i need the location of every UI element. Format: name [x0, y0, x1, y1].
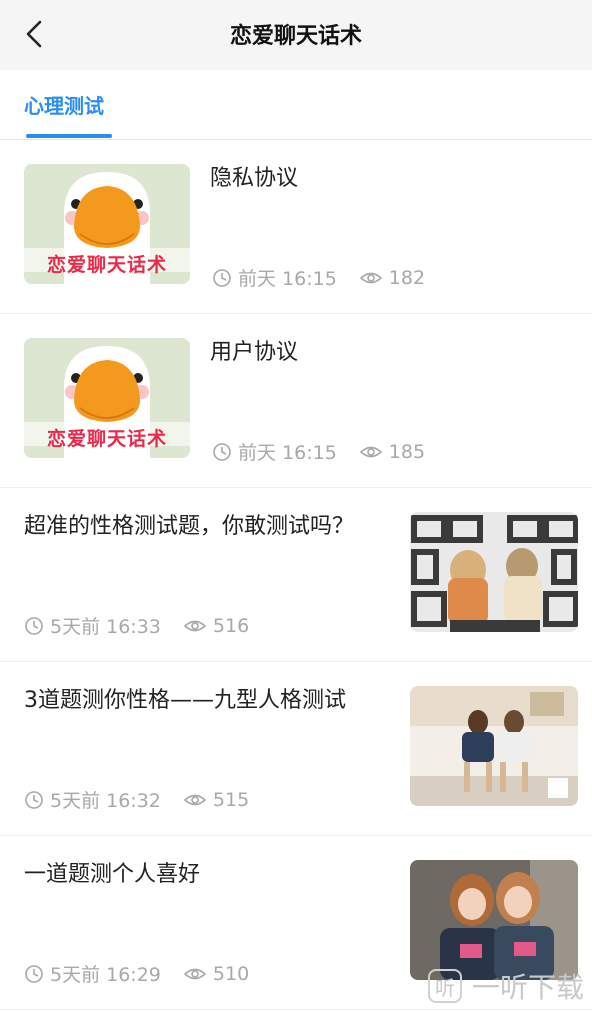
publish-time: 5天前 16:32 [50, 790, 161, 812]
eye-icon [359, 272, 382, 283]
view-count: 516 [212, 614, 250, 637]
publish-time: 前天 16:15 [238, 442, 337, 464]
list-item[interactable]: 恋爱聊天话术 用户协议 前天 16:15 185 [0, 314, 592, 488]
tab-active-indicator [26, 134, 112, 138]
duck-thumbnail: 恋爱聊天话术 [24, 338, 190, 458]
eye-icon [183, 794, 207, 805]
article-list: 恋爱聊天话术 隐私协议 前天 16:15 182 恋爱聊天话术 用户协议 前天 … [0, 140, 592, 1010]
eye-icon [359, 446, 382, 457]
article-title: 一道题测个人喜好 [24, 862, 201, 887]
photo-thumbnail [410, 860, 578, 980]
article-title: 超准的性格测试题，你敢测试吗？ [24, 514, 355, 539]
view-count: 185 [388, 440, 426, 463]
article-meta: 5天前 16:32 515 [24, 786, 249, 813]
article-meta: 前天 16:15 185 [212, 438, 425, 465]
app-header: 恋爱聊天话术 [0, 0, 592, 70]
article-meta: 前天 16:15 182 [212, 264, 425, 291]
publish-time: 5天前 16:33 [50, 616, 161, 638]
list-item[interactable]: 超准的性格测试题，你敢测试吗？ 5天前 16:33 516 [0, 488, 592, 662]
photo-thumbnail [410, 512, 578, 632]
clock-icon [25, 964, 43, 983]
view-count: 182 [388, 266, 426, 289]
watermark: 听 一听下载 [427, 966, 584, 1006]
photo-thumbnail [410, 686, 578, 806]
view-count: 510 [212, 962, 250, 985]
clock-icon [213, 268, 231, 287]
watermark-text: 一听下载 [471, 971, 584, 1004]
tab-bar: 心理测试 [0, 70, 592, 140]
watermark-logo: 听 [427, 969, 462, 1003]
tab-psych-test[interactable]: 心理测试 [24, 90, 104, 119]
thumbnail-caption: 恋爱聊天话术 [46, 428, 167, 450]
article-title: 3道题测你性格——九型人格测试 [24, 688, 346, 713]
clock-icon [213, 442, 231, 461]
list-item[interactable]: 恋爱聊天话术 隐私协议 前天 16:15 182 [0, 140, 592, 314]
list-item[interactable]: 3道题测你性格——九型人格测试 5天前 16:32 515 [0, 662, 592, 836]
clock-icon [25, 616, 43, 635]
article-title: 用户协议 [210, 340, 299, 365]
article-meta: 5天前 16:29 510 [24, 960, 249, 987]
page-title: 恋爱聊天话术 [229, 24, 362, 49]
publish-time: 5天前 16:29 [50, 964, 161, 986]
eye-icon [183, 620, 207, 631]
article-title: 隐私协议 [210, 166, 299, 191]
eye-icon [183, 968, 207, 979]
clock-icon [25, 790, 43, 809]
article-meta: 5天前 16:33 516 [24, 612, 249, 639]
thumbnail-caption: 恋爱聊天话术 [46, 254, 167, 276]
view-count: 515 [212, 788, 250, 811]
duck-thumbnail: 恋爱聊天话术 [24, 164, 190, 284]
publish-time: 前天 16:15 [238, 268, 337, 290]
